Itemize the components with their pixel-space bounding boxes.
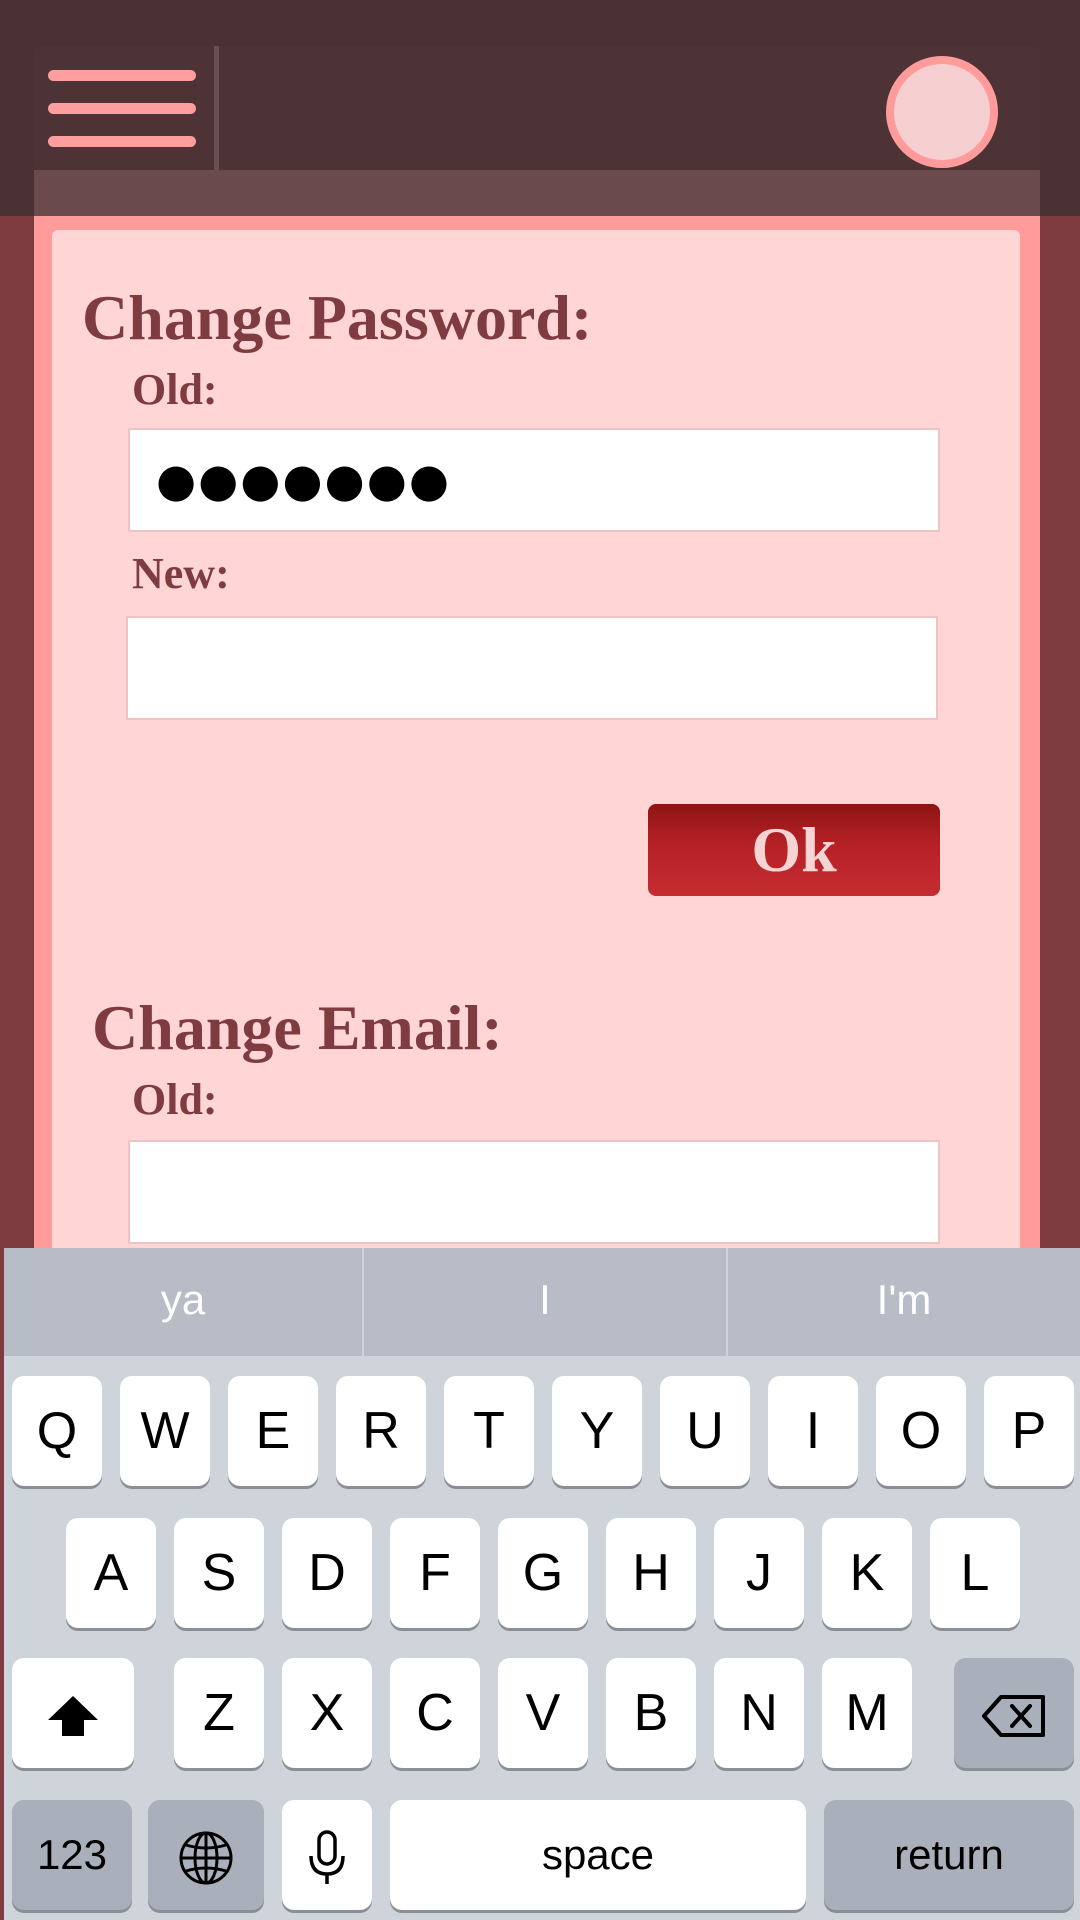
suggestion-2[interactable]: I (364, 1248, 726, 1356)
dictation-key[interactable] (282, 1800, 372, 1910)
new-password-label: New: (132, 549, 230, 598)
microphone-icon (309, 1830, 345, 1885)
key-y[interactable]: Y (552, 1376, 642, 1486)
header-strip (34, 170, 1040, 216)
shift-key[interactable] (12, 1658, 134, 1768)
key-d[interactable]: D (282, 1518, 372, 1628)
key-o[interactable]: O (876, 1376, 966, 1486)
old-email-label: Old: (132, 1075, 218, 1124)
key-v[interactable]: V (498, 1658, 588, 1768)
return-key[interactable]: return (824, 1800, 1074, 1910)
menu-line (48, 103, 196, 114)
header-divider (214, 46, 219, 170)
key-u[interactable]: U (660, 1376, 750, 1486)
hamburger-menu-icon[interactable] (48, 68, 196, 152)
old-email-input[interactable] (128, 1140, 940, 1244)
old-password-label: Old: (132, 365, 218, 414)
suggestion-3[interactable]: I'm (728, 1248, 1080, 1356)
space-key[interactable]: space (390, 1800, 806, 1910)
key-e[interactable]: E (228, 1376, 318, 1486)
key-f[interactable]: F (390, 1518, 480, 1628)
key-b[interactable]: B (606, 1658, 696, 1768)
key-q[interactable]: Q (12, 1376, 102, 1486)
key-w[interactable]: W (120, 1376, 210, 1486)
key-h[interactable]: H (606, 1518, 696, 1628)
key-z[interactable]: Z (174, 1658, 264, 1768)
onscreen-keyboard: ya I I'm Q W E R T Y U I O P A S D F G H… (4, 1248, 1080, 1920)
key-j[interactable]: J (714, 1518, 804, 1628)
avatar[interactable] (886, 56, 998, 168)
key-r[interactable]: R (336, 1376, 426, 1486)
key-n[interactable]: N (714, 1658, 804, 1768)
menu-line (48, 70, 196, 81)
numbers-key[interactable]: 123 (12, 1800, 132, 1910)
old-password-input[interactable] (128, 428, 940, 532)
ok-button[interactable]: Ok (648, 804, 940, 896)
key-s[interactable]: S (174, 1518, 264, 1628)
key-g[interactable]: G (498, 1518, 588, 1628)
key-a[interactable]: A (66, 1518, 156, 1628)
key-i[interactable]: I (768, 1376, 858, 1486)
suggestion-bar: ya I I'm (4, 1248, 1080, 1356)
shift-arrow-icon (48, 1696, 98, 1737)
menu-line (48, 136, 196, 147)
key-x[interactable]: X (282, 1658, 372, 1768)
change-password-title: Change Password: (82, 282, 593, 353)
change-email-title: Change Email: (92, 992, 503, 1063)
backspace-icon (982, 1695, 1045, 1738)
suggestion-1[interactable]: ya (4, 1248, 362, 1356)
key-c[interactable]: C (390, 1658, 480, 1768)
globe-key[interactable] (148, 1800, 264, 1910)
key-p[interactable]: P (984, 1376, 1074, 1486)
new-password-input[interactable] (126, 616, 938, 720)
key-k[interactable]: K (822, 1518, 912, 1628)
key-l[interactable]: L (930, 1518, 1020, 1628)
key-t[interactable]: T (444, 1376, 534, 1486)
key-m[interactable]: M (822, 1658, 912, 1768)
globe-icon (179, 1831, 233, 1885)
delete-key[interactable] (954, 1658, 1074, 1768)
